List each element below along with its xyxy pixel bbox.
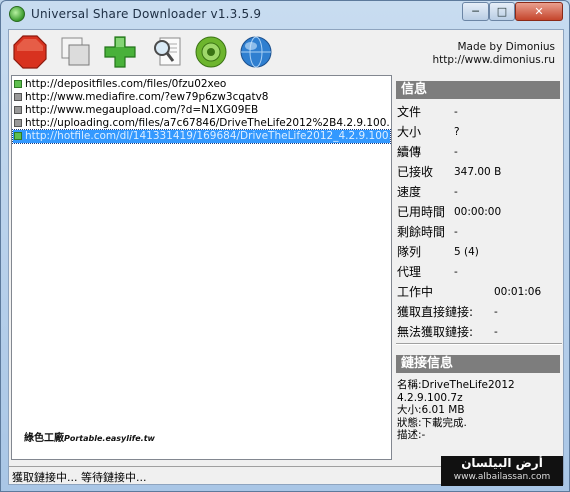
info-label: 工作中	[397, 285, 434, 299]
info-label: 隊列	[397, 245, 422, 259]
stop-octagon-icon	[13, 35, 47, 69]
info-label: 文件	[397, 105, 422, 119]
info-label: 大小	[397, 125, 422, 139]
info-value: -	[454, 226, 458, 238]
info-label: 無法獲取鏈接:	[397, 325, 474, 339]
status-ok-icon	[14, 80, 22, 88]
info-value: 347.00 B	[454, 166, 502, 178]
client-area: Made by Dimonius http://www.dimonius.ru …	[8, 29, 564, 486]
info-row-size: 大小 ?	[397, 124, 561, 140]
info-label: 已用時間	[397, 205, 446, 219]
info-value: ?	[454, 126, 460, 138]
divider	[396, 343, 562, 345]
link-info-body: 名稱:DriveTheLife2012 4.2.9.100.7z 大小:6.01…	[397, 379, 515, 442]
info-row-direct-links: 獲取直接鏈接: -	[397, 304, 561, 320]
info-row-proxy: 代理 -	[397, 264, 561, 280]
copy-button[interactable]	[59, 35, 93, 69]
url-list-item[interactable]: http://uploading.com/files/a7c67846/Driv…	[13, 117, 390, 130]
info-row-remaining: 剩餘時間 -	[397, 224, 561, 240]
close-button[interactable]: ✕	[515, 2, 563, 21]
site-watermark-badge: أرض البيلسان www.albailassan.com	[441, 456, 563, 486]
url-list[interactable]: http://depositfiles.com/files/0fzu02xeo …	[11, 75, 392, 460]
url-list-item[interactable]: http://www.megaupload.com/?d=N1XG09EB	[13, 104, 390, 117]
globe-icon	[240, 36, 272, 68]
link-info-line: 大小:6.01 MB	[397, 404, 465, 416]
watermark-logo: 綠色工廠Portable.easylife.tw	[24, 429, 155, 444]
link-info-header: 鏈接信息	[396, 355, 560, 373]
info-value: 00:00:00	[454, 206, 502, 218]
status-pending-icon	[14, 93, 22, 101]
info-value: -	[454, 146, 458, 158]
maximize-button[interactable]: □	[489, 2, 515, 21]
link-info-line: 狀態:下載完成.	[397, 416, 467, 429]
url-text: http://www.mediafire.com/?ew79p6zw3cqatv…	[25, 91, 269, 103]
info-value: -	[494, 306, 498, 318]
info-value: -	[454, 106, 458, 118]
info-label: 續傳	[397, 145, 422, 159]
info-panel: 信息 文件 - 大小 ? 續傳 - 已接收 347.00 B 速度 - 已用時間…	[396, 75, 562, 460]
status-ok-icon	[14, 132, 22, 140]
url-text: http://uploading.com/files/a7c67846/Driv…	[25, 117, 390, 129]
info-row-file: 文件 -	[397, 104, 561, 120]
link-info-line: 名稱:DriveTheLife2012	[397, 379, 515, 391]
app-window: Universal Share Downloader v1.3.5.9 ─ □ …	[0, 0, 570, 492]
title-bar[interactable]: Universal Share Downloader v1.3.5.9 ─ □ …	[1, 1, 569, 29]
url-list-item[interactable]: http://depositfiles.com/files/0fzu02xeo	[13, 78, 390, 91]
info-row-queue: 隊列 5 (4)	[397, 244, 561, 260]
stop-button[interactable]	[13, 35, 47, 69]
info-value: 5 (4)	[454, 246, 479, 258]
watermark-en: Portable.easylife.tw	[64, 434, 155, 443]
gear-icon	[195, 36, 227, 68]
url-text: http://hotfile.com/dl/141331419/169684/D…	[25, 130, 390, 142]
link-info-line: 描述:-	[397, 429, 426, 441]
toolbar: Made by Dimonius http://www.dimonius.ru	[9, 30, 563, 74]
badge-arabic: أرض البيلسان	[461, 456, 543, 470]
info-row-received: 已接收 347.00 B	[397, 164, 561, 180]
info-row-working: 工作中 00:01:06	[397, 284, 561, 300]
status-pending-icon	[14, 119, 22, 127]
url-list-item-selected[interactable]: http://hotfile.com/dl/141331419/169684/D…	[12, 129, 391, 144]
credits-url[interactable]: http://www.dimonius.ru	[432, 54, 555, 67]
info-label: 代理	[397, 265, 422, 279]
info-label: 獲取直接鏈接:	[397, 305, 474, 319]
url-list-item[interactable]: http://www.mediafire.com/?ew79p6zw3cqatv…	[13, 91, 390, 104]
add-button[interactable]	[103, 35, 137, 69]
info-value: -	[454, 186, 458, 198]
settings-button[interactable]	[194, 35, 228, 69]
app-icon	[9, 6, 25, 22]
info-value: -	[494, 326, 498, 338]
web-button[interactable]	[239, 35, 273, 69]
info-row-failed-links: 無法獲取鏈接: -	[397, 324, 561, 340]
info-label: 速度	[397, 185, 422, 199]
minimize-button[interactable]: ─	[462, 2, 489, 21]
magnifier-document-icon	[154, 37, 181, 66]
link-info-line: 4.2.9.100.7z	[397, 391, 463, 404]
info-header: 信息	[396, 81, 560, 99]
info-row-resume: 續傳 -	[397, 144, 561, 160]
watermark-cn: 綠色工廠	[24, 433, 64, 444]
info-value: 00:01:06	[494, 286, 542, 298]
info-row-speed: 速度 -	[397, 184, 561, 200]
info-value: -	[454, 266, 458, 278]
search-button[interactable]	[151, 35, 185, 69]
url-text: http://depositfiles.com/files/0fzu02xeo	[25, 78, 227, 90]
badge-url: www.albailassan.com	[453, 472, 551, 482]
url-text: http://www.megaupload.com/?d=N1XG09EB	[25, 104, 259, 116]
copy-windows-icon	[61, 37, 90, 66]
plus-icon	[104, 36, 136, 68]
credits: Made by Dimonius http://www.dimonius.ru	[432, 41, 555, 67]
info-row-elapsed: 已用時間 00:00:00	[397, 204, 561, 220]
info-label: 已接收	[397, 165, 434, 179]
window-title: Universal Share Downloader v1.3.5.9	[31, 7, 262, 21]
info-label: 剩餘時間	[397, 225, 446, 239]
status-pending-icon	[14, 106, 22, 114]
credits-author: Made by Dimonius	[457, 41, 555, 53]
status-text: 獲取鏈接中... 等待鏈接中...	[12, 471, 147, 484]
